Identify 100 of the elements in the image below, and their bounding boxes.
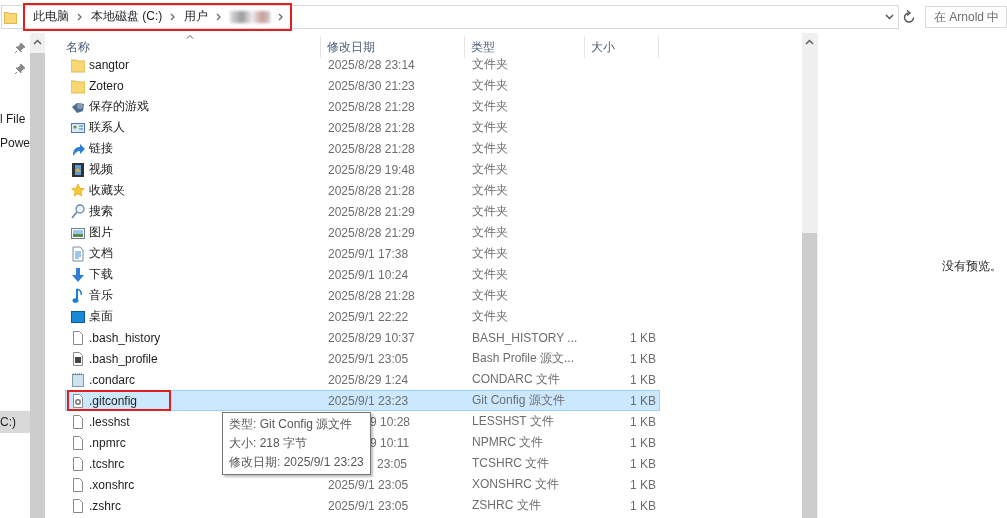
script-file-icon xyxy=(71,350,85,367)
type-cell-text: 文件夹 xyxy=(471,119,509,136)
size-cell-text: 1 KB xyxy=(629,414,656,429)
file-icon xyxy=(71,434,85,451)
type-cell-text: XONSHRC 文件 xyxy=(471,476,561,493)
gear-file-icon xyxy=(71,392,85,409)
date-cell: 2025/9/1 23:23 xyxy=(328,393,409,408)
file-name[interactable]: .zshrc xyxy=(89,498,121,513)
size-cell-text: 1 KB xyxy=(629,393,656,408)
date-cell: 2025/9/1 17:38 xyxy=(328,246,409,261)
type-cell-text: 文件夹 xyxy=(471,56,509,73)
star-icon xyxy=(71,182,85,199)
tooltip-line: 类型: Git Config 源文件 xyxy=(229,416,354,433)
type-cell-text: 文件夹 xyxy=(471,140,509,157)
monitor-icon xyxy=(71,308,85,325)
file-name[interactable]: 收藏夹 xyxy=(89,182,125,199)
size-cell-text: 1 KB xyxy=(629,372,656,387)
scroll-thumb[interactable] xyxy=(802,233,817,518)
file-name[interactable]: 保存的游戏 xyxy=(89,98,149,115)
selected-row[interactable]: .gitconfig 2025/9/1 23:23 Git Config 源文件 1 KB xyxy=(65,390,660,411)
chevron-down-icon[interactable] xyxy=(885,13,894,20)
file-name[interactable]: .bash_profile xyxy=(89,351,158,366)
music-note-icon xyxy=(71,287,85,304)
date-cell: 2025/9/1 23:05 xyxy=(328,351,409,366)
file-name[interactable]: 图片 xyxy=(89,224,113,241)
file-name[interactable]: 桌面 xyxy=(89,308,113,325)
file-icon xyxy=(71,455,85,472)
type-cell-text: 文件夹 xyxy=(471,98,509,115)
file-icon xyxy=(71,476,85,493)
size-cell-text: 1 KB xyxy=(629,477,656,492)
type-cell-text: NPMRC 文件 xyxy=(471,434,545,451)
file-name[interactable]: .npmrc xyxy=(89,435,126,450)
size-cell-text: 1 KB xyxy=(629,351,656,366)
column-header[interactable]: 类型 xyxy=(465,36,585,58)
search-icon xyxy=(71,203,85,220)
breadcrumb-item[interactable]: 用户 xyxy=(184,8,209,25)
date-cell: 2025/9/1 23:05 xyxy=(328,477,409,492)
column-header[interactable]: 名称 xyxy=(65,36,321,58)
file-name[interactable]: Zotero xyxy=(89,78,124,93)
date-cell: 2025/9/1 23:05 xyxy=(328,498,409,513)
date-cell: 2025/9/1 10:24 xyxy=(328,267,409,282)
pin-icon[interactable] xyxy=(14,42,26,54)
nav-item[interactable]: Powe xyxy=(0,132,30,154)
column-header[interactable]: 修改日期 xyxy=(321,36,465,58)
nav-item[interactable]: C:) xyxy=(0,411,30,433)
chevron-right-icon xyxy=(77,12,83,21)
type-cell-text: Bash Profile 源文... xyxy=(471,350,576,367)
file-name[interactable]: 文档 xyxy=(89,245,113,262)
tooltip-line: 大小: 218 字节 xyxy=(229,435,309,452)
type-cell-text: TCSHRC 文件 xyxy=(471,455,551,472)
file-icon xyxy=(71,497,85,514)
type-cell-text: 文件夹 xyxy=(471,182,509,199)
nav-item[interactable]: l File xyxy=(0,108,30,130)
scrollbar[interactable] xyxy=(802,33,817,518)
down-arrow-icon xyxy=(71,266,85,283)
breadcrumb-item[interactable]: 此电脑 xyxy=(33,8,69,25)
chevron-right-icon xyxy=(216,12,223,21)
date-cell: 23:05 xyxy=(377,456,408,471)
date-cell: 2025/8/28 23:14 xyxy=(328,57,415,72)
search-field[interactable]: 在 Arnold 中 xyxy=(925,5,1007,28)
date-cell: 2025/8/29 1:24 xyxy=(328,372,409,387)
file-name[interactable]: 视频 xyxy=(89,161,113,178)
address-bar[interactable]: 此电脑 本地磁盘 (C:) 用户 xyxy=(1,4,899,29)
pin-icon[interactable] xyxy=(14,63,26,75)
file-name[interactable]: .condarc xyxy=(89,372,136,387)
file-name[interactable]: .tcshrc xyxy=(89,456,125,471)
column-header[interactable]: 大小 xyxy=(585,36,659,58)
breadcrumb-item[interactable]: 本地磁盘 (C:) xyxy=(91,8,163,25)
file-name[interactable]: .lesshst xyxy=(89,414,130,429)
file-name[interactable]: 联系人 xyxy=(89,119,125,136)
file-name[interactable]: sangtor xyxy=(89,57,130,72)
scroll-up-icon[interactable] xyxy=(805,39,814,45)
tooltip-line: 修改日期: 2025/9/1 23:23 xyxy=(229,454,364,471)
type-cell-text: LESSHST 文件 xyxy=(471,413,555,430)
type-cell-text: 文件夹 xyxy=(471,77,509,94)
type-cell-text: ZSHRC 文件 xyxy=(471,497,542,514)
date-cell: 2025/8/30 21:23 xyxy=(328,78,415,93)
date-cell: 2025/8/28 21:28 xyxy=(328,183,415,198)
date-cell: 2025/8/28 21:28 xyxy=(328,120,415,135)
size-cell-text: 1 KB xyxy=(629,456,656,471)
file-name[interactable]: .gitconfig xyxy=(89,393,138,408)
file-name[interactable]: 搜索 xyxy=(89,203,113,220)
file-name[interactable]: 下载 xyxy=(89,266,113,283)
size-cell-text: 1 KB xyxy=(629,435,656,450)
date-cell: 2025/9/1 22:22 xyxy=(328,309,409,324)
file-icon xyxy=(71,413,85,430)
film-icon xyxy=(71,161,85,178)
type-cell-text: CONDARC 文件 xyxy=(471,371,561,388)
file-name[interactable]: .bash_history xyxy=(89,330,161,345)
date-cell: 2025/8/28 21:28 xyxy=(328,99,415,114)
file-name[interactable]: 链接 xyxy=(89,140,113,157)
type-cell-text: 文件夹 xyxy=(471,203,509,220)
scroll-up-icon[interactable] xyxy=(33,39,42,45)
refresh-icon[interactable] xyxy=(903,9,915,24)
date-cell: 2025/8/28 21:28 xyxy=(328,288,415,303)
folder-icon xyxy=(71,56,85,73)
file-name[interactable]: 音乐 xyxy=(89,287,113,304)
type-cell-text: Git Config 源文件 xyxy=(471,392,566,409)
date-cell: 9 10:28 xyxy=(370,414,411,429)
file-name[interactable]: .xonshrc xyxy=(89,477,135,492)
